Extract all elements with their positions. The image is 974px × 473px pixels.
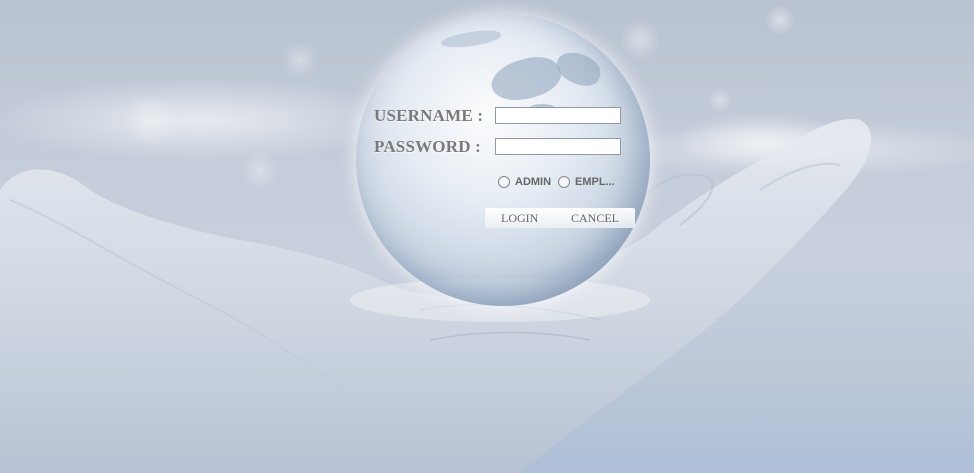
globe-continent bbox=[486, 48, 566, 110]
role-selector: ADMIN EMPL... bbox=[494, 172, 634, 192]
admin-radio-label: ADMIN bbox=[515, 176, 552, 188]
role-option-employee[interactable]: EMPL... bbox=[558, 172, 615, 192]
admin-radio[interactable] bbox=[498, 176, 510, 188]
employee-radio-label: EMPL... bbox=[575, 176, 615, 188]
globe-continent bbox=[440, 26, 502, 52]
password-row: PASSWORD : bbox=[370, 135, 630, 159]
employee-radio[interactable] bbox=[558, 176, 570, 188]
username-row: USERNAME : bbox=[370, 104, 630, 128]
cancel-button[interactable]: CANCEL bbox=[571, 208, 619, 228]
button-bar: LOGIN CANCEL bbox=[485, 208, 635, 228]
password-input[interactable] bbox=[495, 138, 621, 155]
login-form: USERNAME : PASSWORD : ADMIN EMPL... LOGI… bbox=[370, 104, 650, 234]
username-label: USERNAME : bbox=[374, 106, 484, 125]
password-label: PASSWORD : bbox=[374, 137, 481, 156]
role-option-admin[interactable]: ADMIN bbox=[498, 172, 551, 192]
globe-continent bbox=[552, 48, 605, 90]
username-input[interactable] bbox=[495, 107, 621, 124]
login-button[interactable]: LOGIN bbox=[501, 208, 538, 228]
